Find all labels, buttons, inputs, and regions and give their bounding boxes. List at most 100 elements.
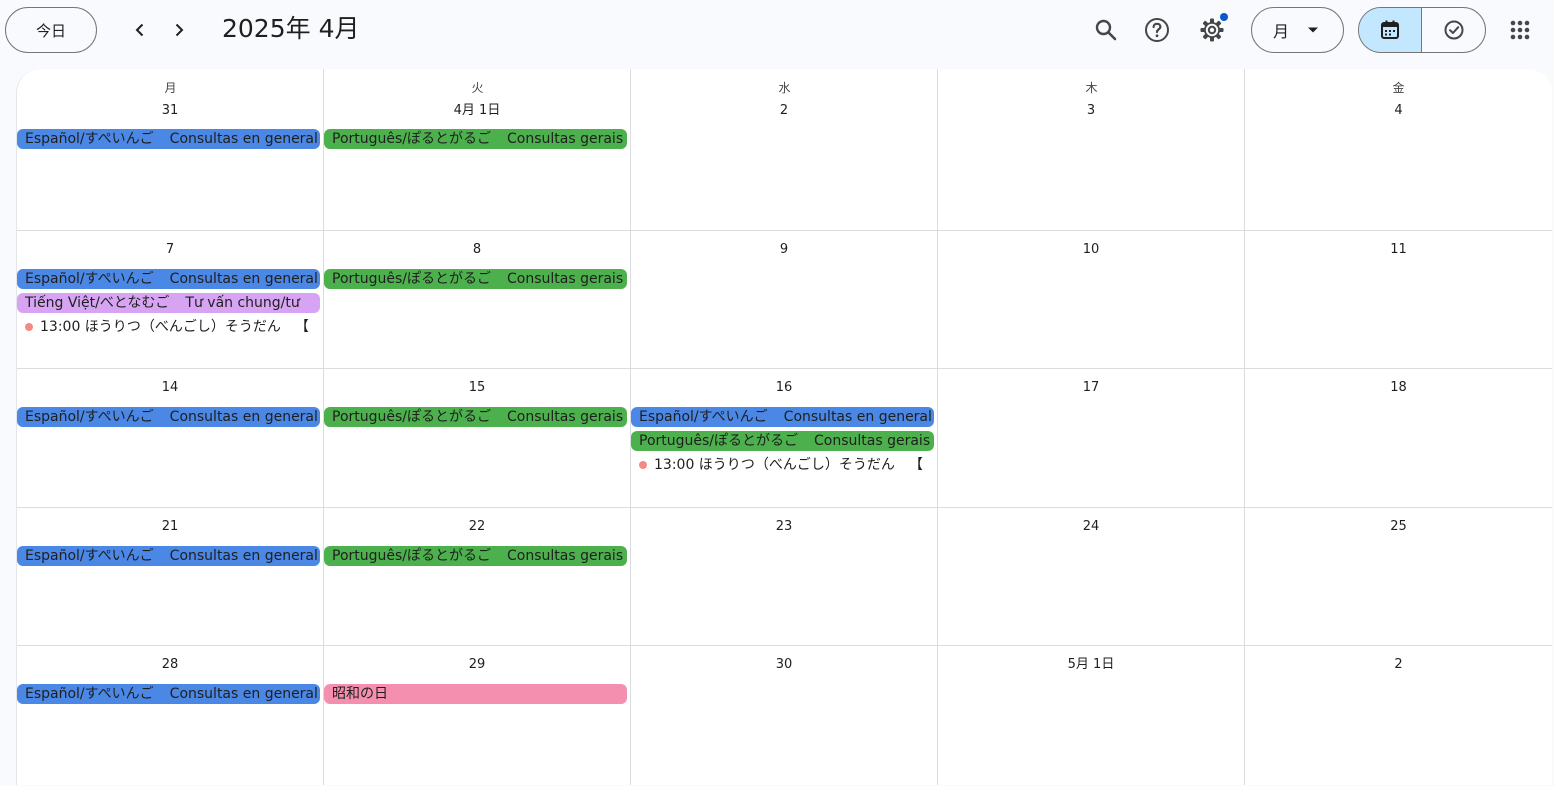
weekday-label: 月	[164, 81, 177, 95]
settings-button[interactable]	[1192, 10, 1232, 50]
day-cell[interactable]: 25	[1245, 508, 1552, 645]
weekday-header-row: 月火水木金	[17, 69, 1552, 97]
day-cell[interactable]: 15 Português/ぽるとがるご Consultas gerais	[324, 369, 631, 507]
day-number[interactable]: 31	[17, 103, 323, 119]
event-detail: Consultas gerais	[814, 433, 931, 449]
day-number[interactable]: 17	[938, 380, 1244, 396]
event-dot-icon	[639, 461, 647, 469]
day-number[interactable]: 30	[631, 657, 937, 673]
view-selector[interactable]: 月	[1251, 7, 1344, 53]
event-detail: Consultas en general	[169, 548, 318, 564]
day-number[interactable]: 29	[324, 657, 630, 673]
search-icon	[1095, 19, 1117, 41]
all-day-event[interactable]: Português/ぽるとがるご Consultas gerais	[324, 129, 627, 149]
all-day-event[interactable]: Português/ぽるとがるご Consultas gerais	[324, 546, 627, 566]
event-title: Português/ぽるとがるご	[332, 131, 492, 147]
day-number[interactable]: 9	[631, 242, 937, 258]
day-cell[interactable]: 18	[1245, 369, 1552, 507]
day-number[interactable]: 8	[324, 242, 630, 258]
event-detail: Consultas en general	[169, 271, 318, 287]
search-button[interactable]	[1086, 10, 1126, 50]
day-number[interactable]: 5月 1日	[938, 657, 1244, 673]
weeks-container: 31 Español/すぺいんご Consultas en general 4月 1日…	[17, 69, 1552, 785]
all-day-event[interactable]: Español/すぺいんご Consultas en general	[17, 684, 320, 704]
all-day-event[interactable]: Español/すぺいんご Consultas en general	[17, 546, 320, 566]
next-month-button[interactable]	[162, 13, 196, 47]
day-number[interactable]: 2	[1245, 657, 1552, 673]
timed-event[interactable]: 13:00 ほうりつ（べんごし）そうだん【	[17, 317, 320, 337]
day-number[interactable]: 18	[1245, 380, 1552, 396]
day-number[interactable]: 24	[938, 519, 1244, 535]
event-title: 13:00 ほうりつ（べんごし）そうだん	[40, 319, 281, 335]
day-number[interactable]: 4月 1日	[324, 103, 630, 119]
day-cell[interactable]: 28 Español/すぺいんご Consultas en general	[17, 646, 324, 785]
event-title: Tiếng Việt/べとなむご	[25, 295, 170, 311]
day-cell[interactable]: 23	[631, 508, 938, 645]
previous-month-button[interactable]	[123, 13, 157, 47]
event-title: 13:00 ほうりつ（べんごし）そうだん	[654, 457, 895, 473]
all-day-event[interactable]: 昭和の日	[324, 684, 627, 704]
day-number[interactable]: 15	[324, 380, 630, 396]
event-detail: Tư vấn chung/tư	[185, 295, 300, 311]
event-title: Português/ぽるとがるご	[332, 548, 492, 564]
calendar-header: 今日 2025年 4月 月	[0, 0, 1554, 62]
gear-icon	[1200, 18, 1224, 42]
day-cell[interactable]: 14 Español/すぺいんご Consultas en general	[17, 369, 324, 507]
all-day-event[interactable]: Português/ぽるとがるご Consultas gerais	[324, 407, 627, 427]
event-detail: Consultas en general	[169, 686, 318, 702]
day-number[interactable]: 7	[17, 242, 323, 258]
event-title: Español/すぺいんご	[25, 131, 154, 147]
help-icon	[1145, 18, 1169, 42]
day-number[interactable]: 28	[17, 657, 323, 673]
week-row: 14 Español/すぺいんご Consultas en general 15 Por…	[17, 369, 1552, 508]
day-number[interactable]: 2	[631, 103, 937, 119]
timed-event[interactable]: 13:00 ほうりつ（べんごし）そうだん【	[631, 455, 934, 475]
day-cell[interactable]: 17	[938, 369, 1245, 507]
all-day-event[interactable]: Español/すぺいんご Consultas en general	[17, 129, 320, 149]
day-number[interactable]: 16	[631, 380, 937, 396]
day-cell[interactable]: 5月 1日	[938, 646, 1245, 785]
day-number[interactable]: 4	[1245, 103, 1552, 119]
month-grid: 31 Español/すぺいんご Consultas en general 4月 1日…	[16, 69, 1552, 785]
all-day-event[interactable]: Español/すぺいんご Consultas en general	[631, 407, 934, 427]
day-number[interactable]: 21	[17, 519, 323, 535]
event-title: Português/ぽるとがるご	[332, 409, 492, 425]
day-cell[interactable]: 7 Español/すぺいんご Consultas en general Tiếng …	[17, 231, 324, 368]
day-number[interactable]: 10	[938, 242, 1244, 258]
chevron-left-icon	[135, 23, 144, 37]
day-number[interactable]: 22	[324, 519, 630, 535]
all-day-event[interactable]: Português/ぽるとがるご Consultas gerais	[631, 431, 934, 451]
all-day-event[interactable]: Tiếng Việt/べとなむご Tư vấn chung/tư	[17, 293, 320, 313]
event-detail: Consultas en general	[169, 131, 318, 147]
day-cell[interactable]: 10	[938, 231, 1245, 368]
event-title: 昭和の日	[332, 686, 388, 702]
event-title: Português/ぽるとがるご	[639, 433, 799, 449]
all-day-event[interactable]: Português/ぽるとがるご Consultas gerais	[324, 269, 627, 289]
day-cell[interactable]: 29 昭和の日	[324, 646, 631, 785]
day-cell[interactable]: 22 Português/ぽるとがるご Consultas gerais	[324, 508, 631, 645]
day-cell[interactable]: 16 Español/すぺいんご Consultas en general Portu…	[631, 369, 938, 507]
event-detail: Consultas en general	[783, 409, 932, 425]
day-cell[interactable]: 24	[938, 508, 1245, 645]
week-row: 28 Español/すぺいんご Consultas en general 29 昭和の…	[17, 646, 1552, 785]
calendar-icon	[1381, 20, 1399, 39]
day-number[interactable]: 23	[631, 519, 937, 535]
day-cell[interactable]: 21 Español/すぺいんご Consultas en general	[17, 508, 324, 645]
day-cell[interactable]: 30	[631, 646, 938, 785]
apps-button[interactable]	[1500, 10, 1540, 50]
all-day-event[interactable]: Español/すぺいんご Consultas en general	[17, 269, 320, 289]
tasks-view-button[interactable]	[1422, 8, 1485, 52]
day-number[interactable]: 11	[1245, 242, 1552, 258]
today-button[interactable]: 今日	[5, 7, 97, 53]
all-day-event[interactable]: Español/すぺいんご Consultas en general	[17, 407, 320, 427]
day-cell[interactable]: 2	[1245, 646, 1552, 785]
day-number[interactable]: 14	[17, 380, 323, 396]
day-cell[interactable]: 8 Português/ぽるとがるご Consultas gerais	[324, 231, 631, 368]
day-cell[interactable]: 11	[1245, 231, 1552, 368]
day-cell[interactable]: 9	[631, 231, 938, 368]
week-row: 7 Español/すぺいんご Consultas en general Tiếng …	[17, 231, 1552, 369]
calendar-view-button[interactable]	[1359, 8, 1423, 52]
help-button[interactable]	[1137, 10, 1177, 50]
day-number[interactable]: 25	[1245, 519, 1552, 535]
day-number[interactable]: 3	[938, 103, 1244, 119]
